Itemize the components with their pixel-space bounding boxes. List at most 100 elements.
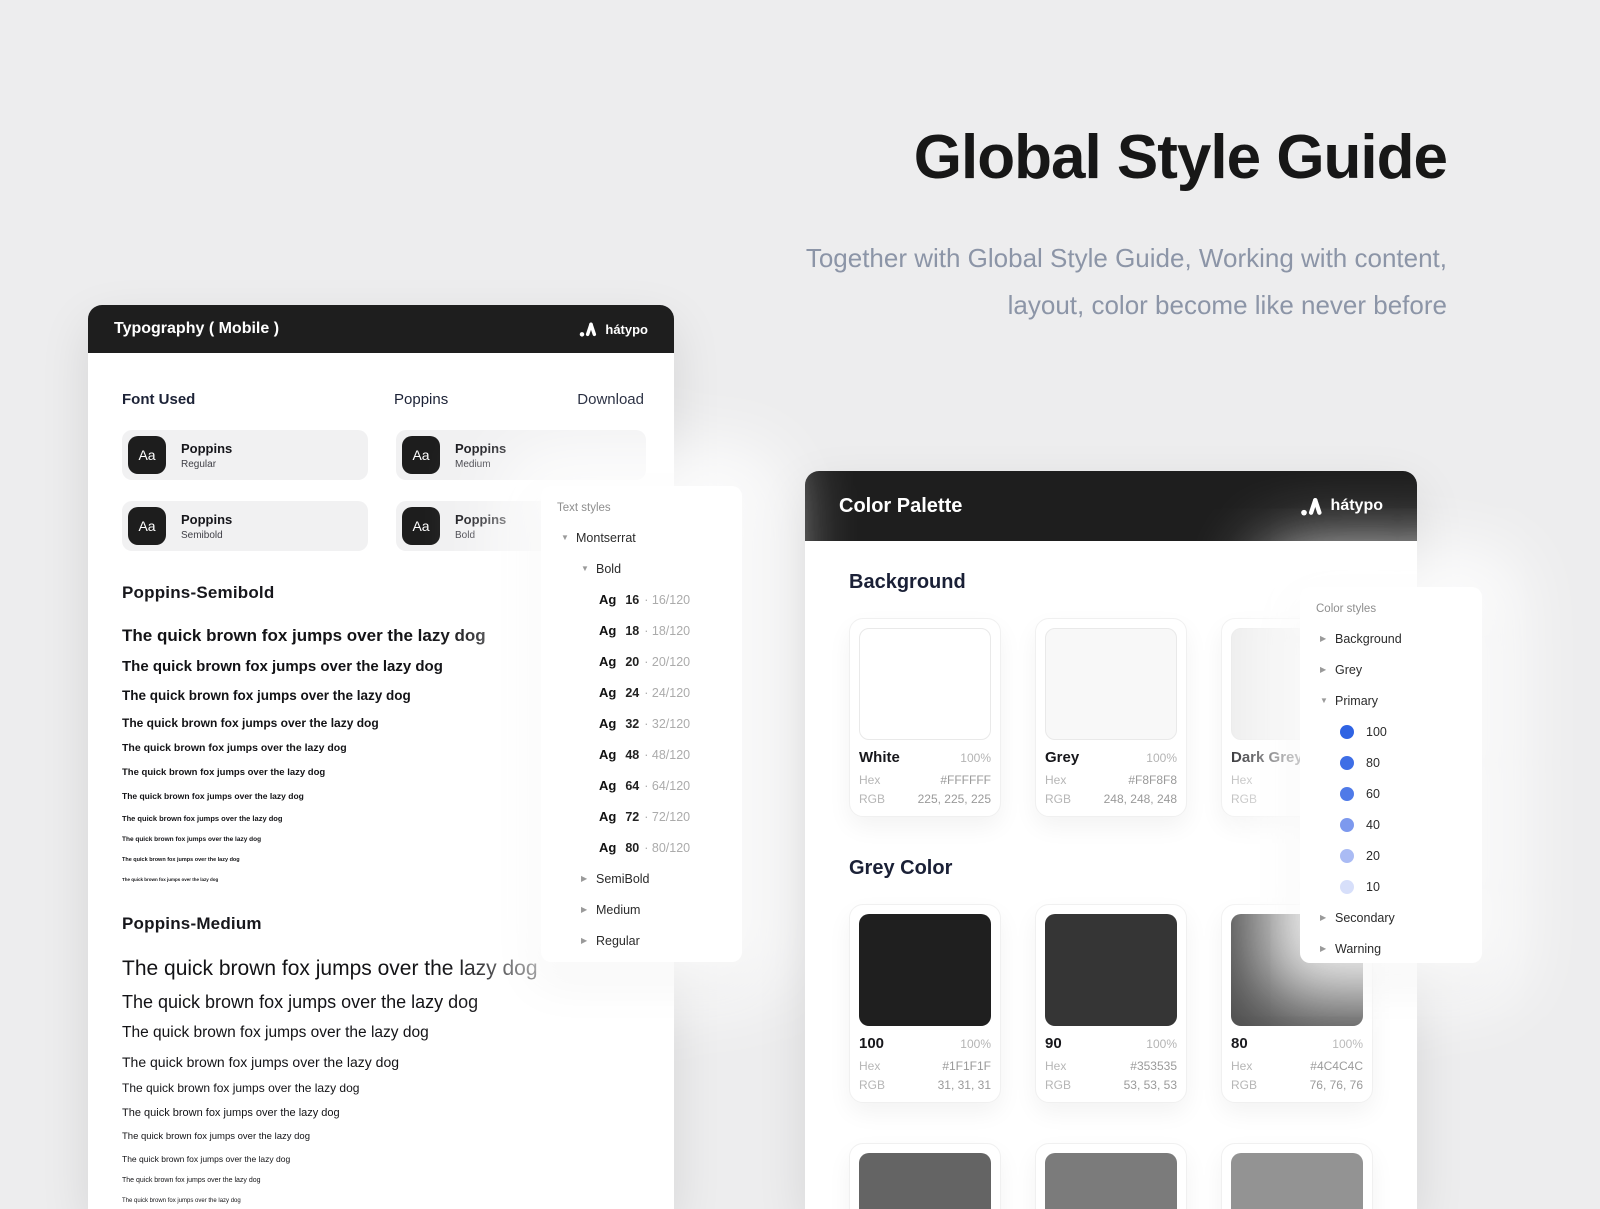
download-link[interactable]: Download	[577, 391, 644, 408]
swatch-opacity: 100%	[960, 751, 991, 765]
tree-group-medium[interactable]: ▶Medium	[557, 894, 742, 925]
text-style-item[interactable]: Ag32· 32/120	[557, 708, 742, 739]
style-size: 24	[625, 686, 639, 700]
font-card-text: PoppinsBold	[455, 512, 506, 541]
page-subtitle: Together with Global Style Guide, Workin…	[806, 235, 1447, 329]
font-card-semibold: AaPoppinsSemibold	[122, 501, 368, 551]
rgb-value: 31, 31, 31	[938, 1078, 991, 1093]
color-style-item[interactable]: 80	[1316, 747, 1482, 778]
rgb-value: 76, 76, 76	[1310, 1078, 1363, 1093]
color-swatch-card: 90100%Hex#353535RGB53, 53, 53	[1035, 904, 1187, 1103]
tree-group-montserrat[interactable]: ▼Montserrat	[557, 522, 742, 553]
specimen-line: The quick brown fox jumps over the lazy …	[122, 1025, 644, 1041]
tree-group-grey[interactable]: ▶Grey	[1316, 654, 1482, 685]
font-card-regular: AaPoppinsRegular	[122, 430, 368, 480]
color-style-label: 60	[1366, 787, 1380, 801]
style-ag-glyph: Ag	[599, 685, 616, 700]
color-section-heading: Background	[849, 571, 1373, 594]
tree-group-label: Background	[1335, 632, 1402, 646]
style-size: 16	[625, 593, 639, 607]
text-style-item[interactable]: Ag72· 72/120	[557, 801, 742, 832]
font-card-weight: Semibold	[181, 530, 232, 541]
font-card-name: Poppins	[455, 512, 506, 527]
color-style-item[interactable]: 40	[1316, 809, 1482, 840]
text-style-item[interactable]: Ag16· 16/120	[557, 584, 742, 615]
style-ag-glyph: Ag	[599, 716, 616, 731]
hex-label: Hex	[1045, 1059, 1066, 1074]
color-swatch-card	[1221, 1143, 1373, 1209]
swatch-name: Dark Grey	[1231, 749, 1303, 766]
chevron-right-icon[interactable]: ▶	[1320, 913, 1335, 922]
color-style-label: 80	[1366, 756, 1380, 770]
color-section: BackgroundWhite100%Hex#FFFFFFRGB225, 225…	[849, 571, 1373, 817]
style-size: 48	[625, 748, 639, 762]
text-style-item[interactable]: Ag20· 20/120	[557, 646, 742, 677]
page-subtitle-line2: layout, color become like never before	[806, 282, 1447, 329]
color-style-item[interactable]: 60	[1316, 778, 1482, 809]
color-style-label: 20	[1366, 849, 1380, 863]
chevron-down-icon[interactable]: ▼	[581, 564, 596, 573]
swatch-opacity: 100%	[1332, 1037, 1363, 1051]
text-style-item[interactable]: Ag80· 80/120	[557, 832, 742, 863]
chevron-down-icon[interactable]: ▼	[561, 533, 576, 542]
color-style-dot	[1340, 725, 1354, 739]
tree-group-regular[interactable]: ▶Regular	[557, 925, 742, 956]
page-title: Global Style Guide	[806, 122, 1447, 193]
font-sample-tile: Aa	[402, 436, 440, 474]
tree-group-label: Medium	[596, 903, 640, 917]
hex-label: Hex	[1231, 1059, 1252, 1074]
swatch-opacity: 100%	[1146, 751, 1177, 765]
swatch-name: 100	[859, 1035, 884, 1052]
color-style-item[interactable]: 10	[1316, 871, 1482, 902]
color-style-item[interactable]: 100	[1316, 716, 1482, 747]
tree-group-secondary[interactable]: ▶Secondary	[1316, 902, 1482, 933]
color-styles-panel: Color styles ▶Background▶Grey▼Primary100…	[1300, 587, 1482, 963]
chevron-right-icon[interactable]: ▶	[1320, 634, 1335, 643]
color-swatch	[859, 628, 991, 740]
chevron-right-icon[interactable]: ▶	[1320, 665, 1335, 674]
specimen-line: The quick brown fox jumps over the lazy …	[122, 1055, 644, 1070]
style-ag-glyph: Ag	[599, 592, 616, 607]
text-style-item[interactable]: Ag24· 24/120	[557, 677, 742, 708]
color-palette-header: Color Palette hátypo	[805, 471, 1417, 541]
hex-label: Hex	[859, 1059, 880, 1074]
tree-group-warning[interactable]: ▶Warning	[1316, 933, 1482, 964]
chevron-right-icon[interactable]: ▶	[1320, 944, 1335, 953]
text-style-item[interactable]: Ag18· 18/120	[557, 615, 742, 646]
font-card-text: PoppinsRegular	[181, 441, 232, 470]
color-style-item[interactable]: 20	[1316, 840, 1482, 871]
color-section-heading: Grey Color	[849, 857, 1373, 880]
tree-group-background[interactable]: ▶Background	[1316, 623, 1482, 654]
specimen-line: The quick brown fox jumps over the lazy …	[122, 1108, 644, 1120]
font-card-name: Poppins	[181, 512, 232, 527]
text-styles-tree: ▼Montserrat▼BoldAg16· 16/120Ag18· 18/120…	[557, 522, 742, 956]
font-used-row: Font Used Poppins Download	[122, 391, 644, 408]
chevron-down-icon[interactable]: ▼	[1320, 696, 1335, 705]
style-size-lineheight: · 18/120	[644, 624, 690, 638]
color-style-dot	[1340, 787, 1354, 801]
tree-group-bold[interactable]: ▼Bold	[557, 553, 742, 584]
tree-group-label: Warning	[1335, 942, 1381, 956]
tree-group-semibold[interactable]: ▶SemiBold	[557, 863, 742, 894]
swatch-name-row: Grey 100%	[1045, 749, 1177, 769]
swatch-hex-row: Hex#1F1F1F	[859, 1059, 991, 1074]
text-style-item[interactable]: Ag48· 48/120	[557, 739, 742, 770]
chevron-right-icon[interactable]: ▶	[581, 936, 596, 945]
rgb-label: RGB	[1045, 792, 1071, 807]
tree-group-primary[interactable]: ▼Primary	[1316, 685, 1482, 716]
style-size-lineheight: · 64/120	[644, 779, 690, 793]
tree-group-label: Primary	[1335, 694, 1378, 708]
style-ag-glyph: Ag	[599, 840, 616, 855]
style-size-lineheight: · 32/120	[644, 717, 690, 731]
swatch-rgb-row: RGB76, 76, 76	[1231, 1078, 1363, 1093]
chevron-right-icon[interactable]: ▶	[581, 874, 596, 883]
swatch-hex-row: Hex#F8F8F8	[1045, 773, 1177, 788]
chevron-right-icon[interactable]: ▶	[581, 905, 596, 914]
hex-value: #F8F8F8	[1128, 773, 1177, 788]
style-size-lineheight: · 20/120	[644, 655, 690, 669]
tree-group-label: Bold	[596, 562, 621, 576]
swatch-name: Grey	[1045, 749, 1079, 766]
swatch-name-row: White100%	[859, 749, 991, 769]
text-style-item[interactable]: Ag64· 64/120	[557, 770, 742, 801]
tree-group-label: Regular	[596, 934, 640, 948]
